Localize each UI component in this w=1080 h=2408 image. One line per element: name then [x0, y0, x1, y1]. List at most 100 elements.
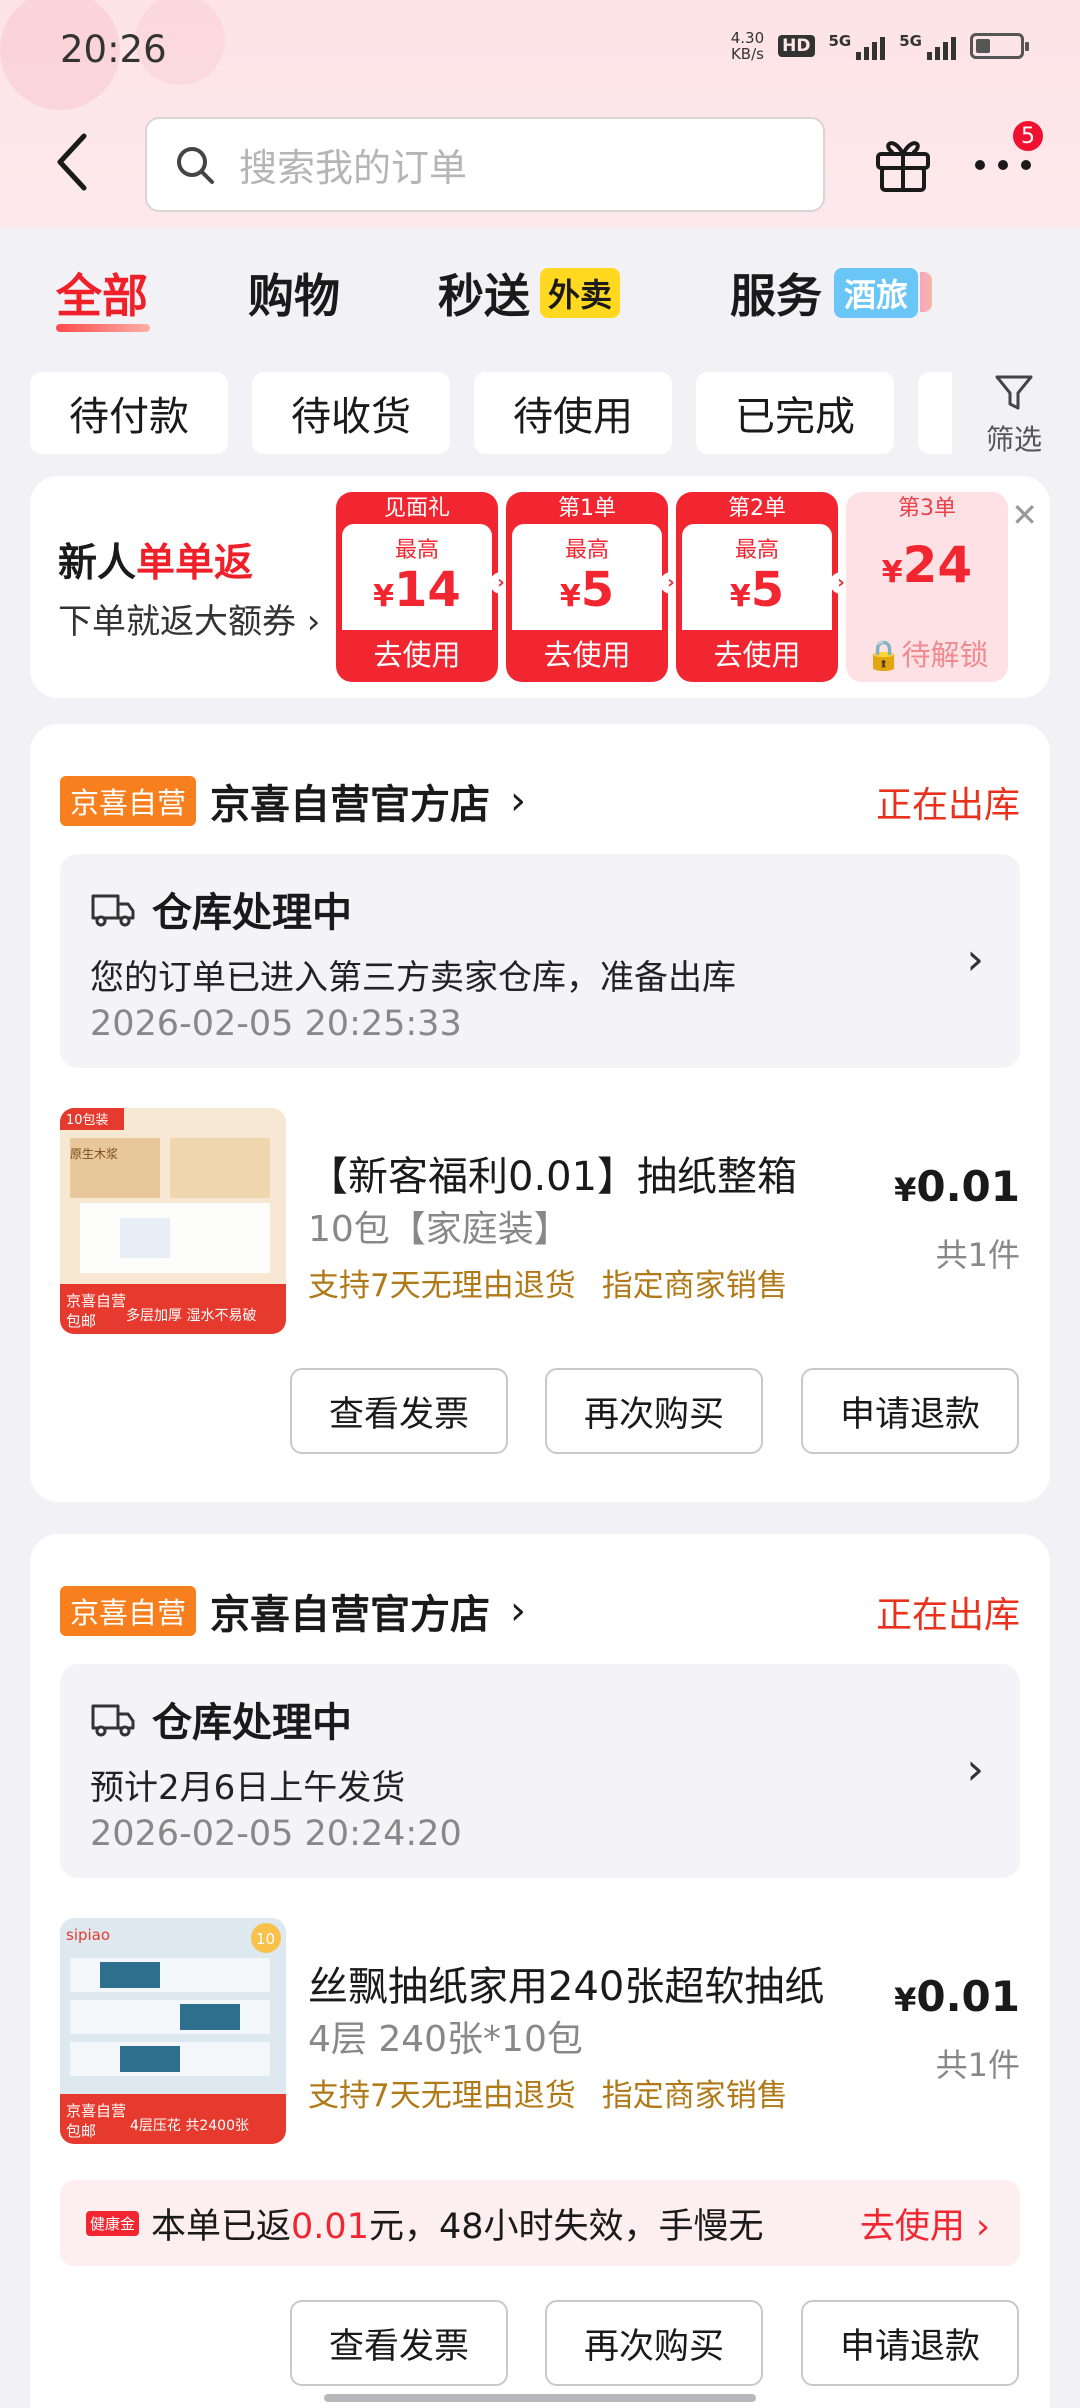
- order-card[interactable]: 京喜自营 京喜自营官方店 › 正在出库 仓库处理中 预计2月6日上午发货 202…: [30, 1534, 1050, 2408]
- coupon-card[interactable]: 第2单 最高 ¥5 去使用: [676, 492, 838, 682]
- shipping-description: 预计2月6日上午发货: [90, 1768, 406, 1808]
- view-invoice-button[interactable]: 查看发票: [290, 2300, 508, 2386]
- order-type-tabs: 全部 购物 秒送 外卖 服务 酒旅: [0, 228, 1080, 358]
- return-policy-tag: 支持7天无理由退货: [308, 1268, 576, 1304]
- filter-completed[interactable]: 已完成: [696, 372, 894, 454]
- use-coupon-button[interactable]: 去使用: [676, 632, 838, 674]
- return-policy-tag: 支持7天无理由退货: [308, 2078, 576, 2114]
- search-placeholder: 搜索我的订单: [239, 146, 468, 190]
- hotel-travel-tag: 酒旅: [834, 268, 933, 318]
- back-icon[interactable]: [52, 130, 92, 194]
- filter-pending-payment[interactable]: 待付款: [30, 372, 228, 454]
- truck-icon: [91, 894, 135, 927]
- use-coupon-button[interactable]: 去使用: [336, 632, 498, 674]
- rebate-text: 本单已返0.01元，48小时失效，手慢无: [151, 2206, 764, 2247]
- chevron-right-icon: ›: [510, 778, 527, 824]
- status-time: 20:26: [60, 28, 167, 71]
- order-status: 正在出库: [875, 1595, 1020, 1636]
- network-speed: 4.30 KB/s: [730, 29, 765, 63]
- coupon-card-locked[interactable]: 第3单 ¥24 🔒待解锁: [846, 492, 1008, 682]
- search-input[interactable]: 搜索我的订单: [145, 117, 825, 212]
- request-refund-button[interactable]: 申请退款: [801, 2300, 1019, 2386]
- product-quantity: 共1件: [935, 2046, 1020, 2084]
- shipping-title: 仓库处理中: [152, 1700, 352, 1746]
- health-gold-icon: 健康金: [86, 2210, 140, 2236]
- filter-button[interactable]: 筛选: [952, 366, 1076, 466]
- product-quantity: 共1件: [935, 1236, 1020, 1274]
- shipping-status-box[interactable]: 仓库处理中 预计2月6日上午发货 2026-02-05 20:24:20 ›: [60, 1664, 1020, 1878]
- service-tags: 支持7天无理由退货 指定商家销售: [308, 2070, 788, 2115]
- search-icon: [177, 146, 214, 184]
- product-title[interactable]: 【新客福利0.01】抽纸整箱: [308, 1144, 797, 1202]
- svg-text:包邮: 包邮: [66, 2122, 96, 2140]
- tab-services[interactable]: 服务 酒旅: [730, 260, 933, 326]
- rebate-notice[interactable]: 健康金 本单已返0.01元，48小时失效，手慢无 去使用 ›: [60, 2180, 1020, 2266]
- store-header[interactable]: 京喜自营 京喜自营官方店 ›: [60, 772, 526, 830]
- takeout-tag: 外卖: [540, 268, 621, 318]
- order-status: 正在出库: [875, 785, 1020, 826]
- product-image[interactable]: 10包装 原生木浆 京喜自营 包邮 多层加厚 湿水不易破: [60, 1108, 286, 1334]
- status-filter-bar: 待付款 待收货 待使用 已完成 筛选: [0, 366, 1080, 466]
- shipping-timestamp: 2026-02-05 20:25:33: [90, 1004, 462, 1044]
- tab-all[interactable]: 全部: [56, 260, 148, 326]
- notification-badge: 5: [1010, 118, 1046, 154]
- use-coupon-button[interactable]: 去使用: [506, 632, 668, 674]
- filter-icon: [995, 375, 1033, 410]
- chevron-right-icon: ›: [966, 1744, 984, 1795]
- svg-text:京喜自营: 京喜自营: [66, 2102, 126, 2120]
- buy-again-button[interactable]: 再次购买: [545, 2300, 763, 2386]
- chevron-right-icon: ›: [510, 1588, 527, 1634]
- filter-pending-use[interactable]: 待使用: [474, 372, 672, 454]
- seller-tag: 指定商家销售: [601, 2078, 788, 2114]
- rebate-use-link[interactable]: 去使用 ›: [860, 2198, 990, 2249]
- promo-title: 新人单单返: [58, 541, 254, 586]
- filter-label: 筛选: [985, 423, 1042, 456]
- store-tag: 京喜自营: [60, 1586, 197, 1636]
- shipping-description: 您的订单已进入第三方卖家仓库，准备出库: [90, 958, 736, 998]
- home-indicator[interactable]: [324, 2394, 756, 2402]
- store-tag: 京喜自营: [60, 776, 197, 826]
- svg-text:多层加厚 湿水不易破: 多层加厚 湿水不易破: [126, 1307, 256, 1324]
- svg-text:10: 10: [256, 1930, 275, 1948]
- locked-coupon-label: 🔒待解锁: [865, 638, 989, 672]
- coupon-card[interactable]: 第1单 最高 ¥5 去使用: [506, 492, 668, 682]
- close-icon[interactable]: ✕: [1011, 496, 1038, 534]
- coupon-card[interactable]: 见面礼 最高 ¥14 去使用: [336, 492, 498, 682]
- tab-instant-delivery[interactable]: 秒送 外卖: [438, 260, 621, 326]
- header-area: 20:26 4.30 KB/s HD 5G 5G 搜索我的订单 5: [0, 0, 1080, 228]
- gift-icon[interactable]: [872, 132, 934, 194]
- shipping-status-box[interactable]: 仓库处理中 您的订单已进入第三方卖家仓库，准备出库 2026-02-05 20:…: [60, 854, 1020, 1068]
- svg-text:sipiao: sipiao: [66, 1926, 110, 1944]
- product-spec: 4层 240张*10包: [308, 2019, 583, 2060]
- product-title[interactable]: 丝飘抽纸家用240张超软抽纸: [308, 1954, 824, 2012]
- svg-text:4层压花 共2400张: 4层压花 共2400张: [130, 2118, 249, 2134]
- seller-tag: 指定商家销售: [601, 1268, 788, 1304]
- shipping-title: 仓库处理中: [152, 890, 352, 936]
- product-image[interactable]: sipiao 10 京喜自营 包邮 4层压花 共2400张: [60, 1918, 286, 2144]
- svg-text:10包装: 10包装: [66, 1113, 109, 1128]
- signal-icon: 5G: [829, 32, 886, 60]
- filter-pending-receipt[interactable]: 待收货: [252, 372, 450, 454]
- store-header[interactable]: 京喜自营 京喜自营官方店 ›: [60, 1582, 526, 1640]
- request-refund-button[interactable]: 申请退款: [801, 1368, 1019, 1454]
- active-tab-indicator: [56, 324, 150, 332]
- product-price: ¥0.01: [894, 1162, 1020, 1211]
- promo-subtitle[interactable]: 下单就返大额券 ›: [58, 594, 320, 643]
- truck-icon: [91, 1704, 135, 1737]
- view-invoice-button[interactable]: 查看发票: [290, 1368, 508, 1454]
- svg-text:原生木浆: 原生木浆: [70, 1146, 118, 1161]
- status-icons: 4.30 KB/s HD 5G 5G: [730, 29, 1029, 63]
- store-name: 京喜自营官方店: [210, 1592, 491, 1638]
- store-name: 京喜自营官方店: [210, 782, 491, 828]
- svg-text:京喜自营: 京喜自营: [66, 1292, 126, 1310]
- tab-shopping[interactable]: 购物: [248, 260, 340, 326]
- order-card[interactable]: 京喜自营 京喜自营官方店 › 正在出库 仓库处理中 您的订单已进入第三方卖家仓库…: [30, 724, 1050, 1502]
- buy-again-button[interactable]: 再次购买: [545, 1368, 763, 1454]
- new-user-promo-banner[interactable]: 新人单单返 下单就返大额券 › 见面礼 最高 ¥14 去使用 › 第1单 最高 …: [30, 476, 1050, 698]
- signal-icon-2: 5G: [899, 32, 956, 60]
- product-price: ¥0.01: [894, 1972, 1020, 2021]
- hd-voice-icon: HD: [778, 35, 815, 57]
- battery-icon: [970, 33, 1029, 59]
- svg-text:包邮: 包邮: [66, 1312, 96, 1330]
- service-tags: 支持7天无理由退货 指定商家销售: [308, 1260, 788, 1305]
